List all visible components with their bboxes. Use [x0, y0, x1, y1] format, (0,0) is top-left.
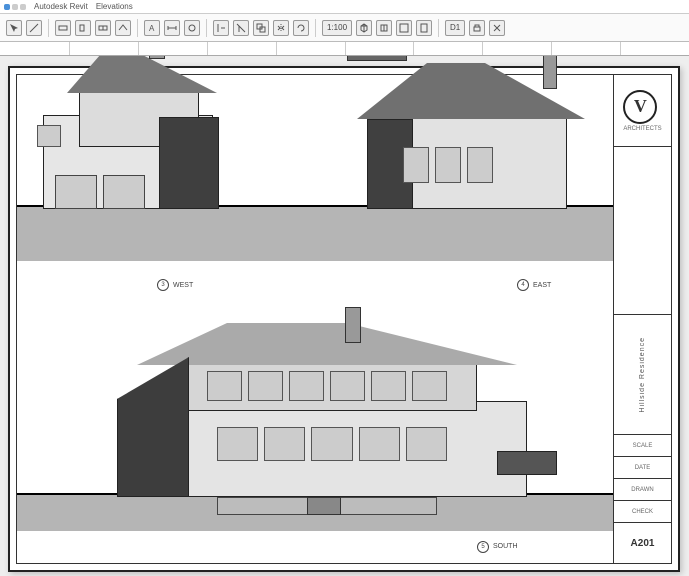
drawing-canvas[interactable]: V ARCHITECTS Hillside Residence SCALE DA…	[0, 56, 689, 576]
detail-level[interactable]: D1	[445, 20, 465, 36]
garage-door	[103, 175, 145, 209]
view-number: 3	[157, 279, 169, 291]
dimension-tool[interactable]	[164, 20, 180, 36]
align-tool[interactable]	[213, 20, 229, 36]
window	[406, 427, 447, 461]
view-name: SOUTH	[493, 543, 518, 550]
drawing-area[interactable]: 3 WEST 4	[17, 75, 613, 563]
section-tool[interactable]	[376, 20, 392, 36]
title-block: V ARCHITECTS Hillside Residence SCALE DA…	[613, 75, 671, 563]
qat-icon[interactable]	[20, 4, 26, 10]
shadow-mass	[117, 357, 189, 497]
roof	[67, 56, 217, 93]
app-icon	[4, 4, 10, 10]
title-block-row: SCALE	[614, 435, 671, 457]
view-name: EAST	[533, 282, 551, 289]
separator	[315, 19, 316, 37]
window	[37, 125, 61, 147]
shadow-mass	[159, 117, 219, 209]
sheet-number: A201	[614, 523, 671, 563]
title-block-spacer	[614, 147, 671, 315]
title-block-row: DRAWN	[614, 479, 671, 501]
firm-logo: V ARCHITECTS	[614, 75, 671, 147]
doc-title: Elevations	[96, 2, 133, 11]
print-tool[interactable]	[469, 20, 485, 36]
view-number: 4	[517, 279, 529, 291]
window	[264, 427, 305, 461]
mirror-tool[interactable]	[273, 20, 289, 36]
window	[467, 147, 493, 183]
tag-tool[interactable]	[184, 20, 200, 36]
svg-text:A: A	[149, 24, 155, 33]
elevation-view-east[interactable]	[347, 56, 597, 209]
window	[217, 427, 258, 461]
separator	[48, 19, 49, 37]
roof-tool[interactable]	[115, 20, 131, 36]
view-3d-tool[interactable]	[356, 20, 372, 36]
window	[359, 427, 400, 461]
horizontal-ruler	[0, 42, 689, 56]
window	[435, 147, 461, 183]
chimney	[149, 56, 165, 59]
view-row-top: 3 WEST 4	[17, 75, 613, 309]
sheet-border: V ARCHITECTS Hillside Residence SCALE DA…	[16, 74, 672, 564]
rotate-tool[interactable]	[293, 20, 309, 36]
project-title-cell: Hillside Residence	[614, 315, 671, 435]
sheet[interactable]: V ARCHITECTS Hillside Residence SCALE DA…	[8, 66, 680, 572]
project-title: Hillside Residence	[639, 337, 646, 413]
window	[412, 371, 447, 401]
view-name: WEST	[173, 282, 193, 289]
close-view-tool[interactable]	[489, 20, 505, 36]
qat-icon[interactable]	[12, 4, 18, 10]
chimney	[543, 56, 557, 89]
plan-tool[interactable]	[396, 20, 412, 36]
separator	[137, 19, 138, 37]
app-title: Autodesk Revit	[34, 2, 88, 11]
door-tool[interactable]	[75, 20, 91, 36]
trim-tool[interactable]	[233, 20, 249, 36]
window	[371, 371, 406, 401]
copy-tool[interactable]	[253, 20, 269, 36]
view-number: 5	[477, 541, 489, 553]
scale-selector[interactable]: 1:100	[322, 20, 352, 36]
deck	[497, 451, 557, 475]
window	[311, 427, 352, 461]
view-title: 3 WEST	[157, 279, 193, 291]
window	[330, 371, 365, 401]
firm-name: ARCHITECTS	[623, 126, 661, 132]
deck	[347, 56, 407, 61]
ribbon-toolbar: A 1:100 D1	[0, 14, 689, 42]
view-title: 4 EAST	[517, 279, 551, 291]
title-block-row: CHECK	[614, 501, 671, 523]
title-block-row: DATE	[614, 457, 671, 479]
view-title: 5 SOUTH	[477, 541, 518, 553]
menubar: Autodesk Revit Elevations	[0, 0, 689, 14]
select-tool[interactable]	[6, 20, 22, 36]
elevation-view-west[interactable]	[27, 56, 247, 209]
window	[403, 147, 429, 183]
entry-door	[307, 497, 341, 515]
wall-tool[interactable]	[55, 20, 71, 36]
text-tool[interactable]: A	[144, 20, 160, 36]
separator	[438, 19, 439, 37]
window-row	[217, 427, 447, 461]
view-row-bottom: 5 SOUTH	[17, 309, 613, 563]
ground-fill	[17, 207, 613, 261]
firm-logo-mark: V	[623, 90, 657, 124]
window	[289, 371, 324, 401]
line-tool[interactable]	[26, 20, 42, 36]
garage-door	[55, 175, 97, 209]
chimney	[345, 307, 361, 343]
sheet-tool[interactable]	[416, 20, 432, 36]
window-row-upper	[207, 371, 447, 401]
window	[207, 371, 242, 401]
roof	[137, 323, 517, 365]
separator	[206, 19, 207, 37]
elevation-view-south[interactable]	[117, 307, 527, 497]
window	[248, 371, 283, 401]
window-tool[interactable]	[95, 20, 111, 36]
